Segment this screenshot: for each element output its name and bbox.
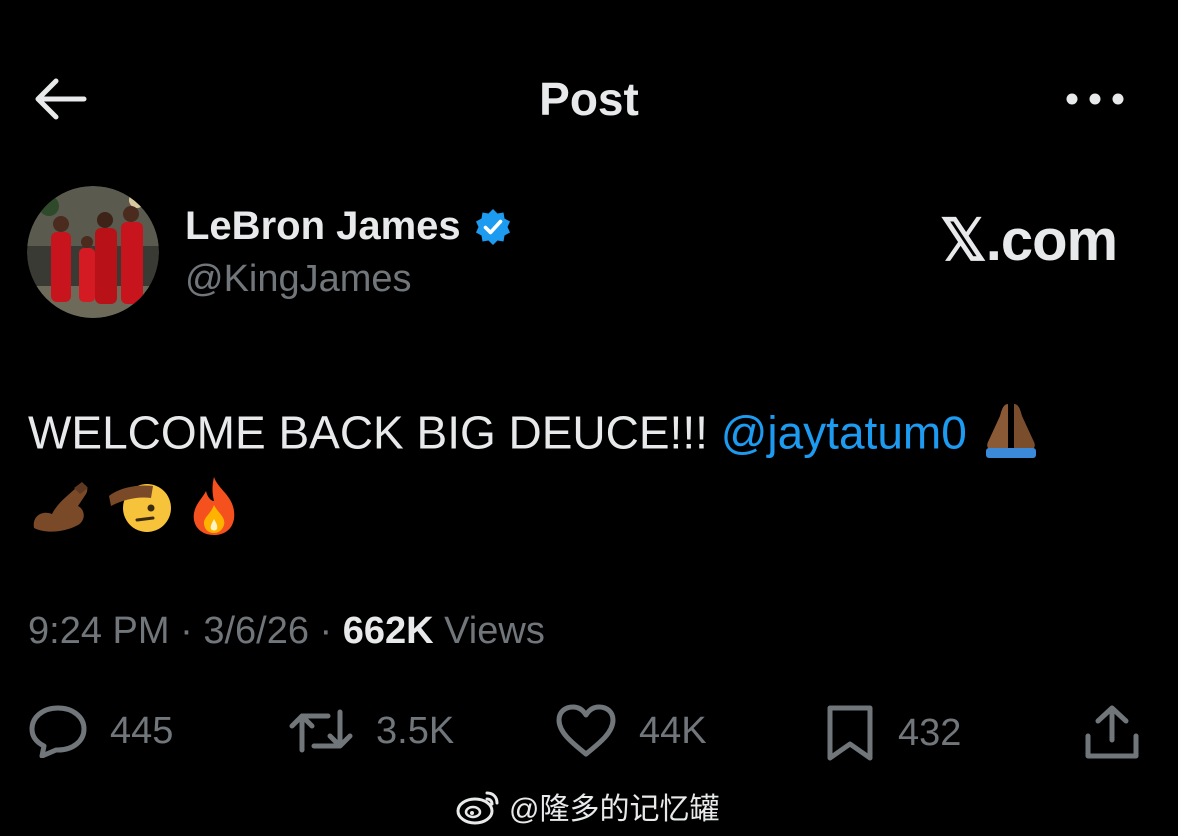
bookmark-button[interactable]: 432 xyxy=(824,704,961,762)
watermark-text: @隆多的记忆罐 xyxy=(509,793,720,826)
reply-count: 445 xyxy=(110,709,174,752)
author-handle[interactable]: @KingJames xyxy=(185,258,412,301)
reply-icon xyxy=(28,704,88,758)
like-button[interactable]: 44K xyxy=(555,704,707,758)
weibo-logo-icon xyxy=(455,787,501,825)
avatar[interactable] xyxy=(27,186,159,318)
views-count: 662K xyxy=(342,610,434,652)
reply-button[interactable]: 445 xyxy=(28,704,173,758)
saluting-face-icon xyxy=(107,476,173,551)
repost-icon xyxy=(288,704,354,758)
views-label: Views xyxy=(433,610,545,652)
repost-count: 3.5K xyxy=(376,709,455,752)
tweet-time[interactable]: 9:24 PM xyxy=(28,610,170,652)
page-title: Post xyxy=(539,73,639,125)
author-name-row[interactable]: LeBron James xyxy=(185,204,513,249)
tweet-date[interactable]: 3/6/26 xyxy=(203,610,309,652)
flexed-biceps-icon xyxy=(28,476,94,551)
author-name[interactable]: LeBron James xyxy=(185,204,461,249)
folded-hands-icon xyxy=(980,398,1042,475)
heart-icon xyxy=(555,704,617,758)
tweet-text: WELCOME BACK BIG DEUCE!!! @jaytatum0 xyxy=(28,398,1148,552)
meta-separator: · xyxy=(308,610,343,652)
mention-link[interactable]: @jaytatum0 xyxy=(721,407,967,459)
more-options-button[interactable] xyxy=(1062,86,1128,112)
verified-badge-icon xyxy=(473,207,513,247)
share-icon xyxy=(1082,704,1142,762)
more-horizontal-icon xyxy=(1066,93,1124,105)
bookmark-count: 432 xyxy=(898,711,962,754)
share-button[interactable] xyxy=(1082,704,1142,762)
x-com-logo: 𝕏.com xyxy=(940,208,1118,273)
watermark: @隆多的记忆罐 xyxy=(455,784,719,828)
like-count: 44K xyxy=(639,709,707,752)
repost-button[interactable]: 3.5K xyxy=(288,704,454,758)
tweet-text-main: WELCOME BACK BIG DEUCE!!! xyxy=(28,406,721,459)
meta-separator: · xyxy=(169,610,204,652)
fire-icon xyxy=(186,475,242,552)
tweet-meta: 9:24 PM · 3/6/26 · 662K Views xyxy=(28,610,545,653)
avatar-image xyxy=(27,186,159,318)
bookmark-icon xyxy=(824,704,876,762)
